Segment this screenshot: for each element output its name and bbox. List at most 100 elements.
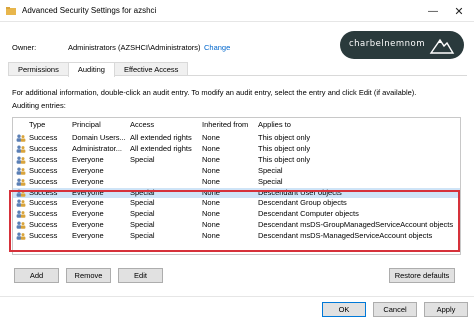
table-cell-type: Success [29, 133, 58, 142]
apply-button[interactable]: Apply [424, 302, 468, 317]
change-owner-link[interactable]: Change [204, 43, 230, 52]
users-icon [16, 210, 26, 219]
table-row[interactable]: Success Domain Users... All extended right… [13, 133, 460, 143]
table-cell-applies-to: This object only [258, 154, 311, 164]
tab-strip: Permissions Auditing Effective Access [8, 62, 189, 77]
table-cell-applies-to: Special [258, 165, 283, 175]
table-cell-inherited-from: None [202, 165, 220, 175]
table-cell-access: Special [130, 187, 155, 197]
info-text: For additional information, double-click… [12, 88, 417, 97]
table-cell-principal: Everyone [72, 176, 104, 186]
tab-permissions[interactable]: Permissions [8, 62, 69, 76]
column-header-applies-to[interactable]: Applies to [258, 120, 291, 129]
table-cell-principal: Domain Users... [72, 133, 126, 142]
table-cell-access: Special [130, 154, 155, 164]
table-cell-type: Success [29, 198, 58, 208]
users-icon [16, 156, 26, 164]
table-cell-applies-to: This object only [258, 133, 311, 142]
table-cell-inherited-from: None [202, 231, 220, 241]
table-row[interactable]: Success Everyone Special None Descendant msD… [13, 231, 460, 241]
table-cell-principal: Everyone [72, 198, 104, 208]
footer-divider [0, 296, 474, 297]
users-icon [16, 134, 26, 142]
table-cell-type: Success [29, 209, 58, 219]
table-cell-type: Success [29, 220, 58, 230]
table-cell-inherited-from: None [202, 220, 220, 230]
table-cell-inherited-from: None [202, 143, 220, 153]
watermark-text: charbelnemnom [349, 39, 426, 49]
table-cell-inherited-from: None [202, 154, 220, 164]
table-cell-type: Success [29, 165, 58, 175]
table-cell-type: Success [29, 154, 58, 164]
users-icon [16, 221, 26, 229]
users-icon [16, 145, 26, 153]
table-cell-inherited-from: None [202, 209, 220, 219]
table-cell-principal: Everyone [72, 220, 104, 230]
users-icon [16, 189, 26, 197]
table-cell-access: Special [130, 209, 155, 219]
table-cell-access: All extended rights [130, 133, 192, 142]
add-button[interactable]: Add [14, 268, 59, 283]
shield-folder-icon [6, 7, 16, 15]
table-cell-access: All extended rights [130, 143, 192, 153]
title-bar: Advanced Security Settings for azshci — … [0, 0, 474, 22]
table-cell-access: Special [130, 231, 155, 241]
table-cell-inherited-from: None [202, 187, 220, 197]
restore-defaults-button[interactable]: Restore defaults [389, 268, 455, 283]
table-cell-access: Special [130, 220, 155, 230]
table-row[interactable]: Success Everyone None Special [13, 177, 460, 187]
column-header-inherited-from[interactable]: Inherited from [202, 120, 248, 129]
table-cell-principal: Everyone [72, 165, 104, 175]
table-cell-applies-to: Descendant User objects [258, 187, 342, 197]
table-cell-applies-to: This object only [258, 143, 311, 153]
minimize-button[interactable]: — [422, 3, 444, 19]
auditing-entries-table[interactable]: Type Principal Access Inherited from App… [12, 117, 461, 255]
tab-auditing[interactable]: Auditing [67, 62, 115, 77]
cancel-button[interactable]: Cancel [373, 302, 417, 317]
table-cell-access: Special [130, 198, 155, 208]
edit-button[interactable]: Edit [118, 268, 163, 283]
watermark-logo: charbelnemnom [340, 31, 464, 59]
table-row[interactable]: Success Everyone Special None Descendant Gro… [13, 198, 460, 208]
mountain-icon [429, 38, 455, 54]
table-cell-inherited-from: None [202, 133, 220, 142]
table-row[interactable]: Success Everyone Special None Descendant Use… [13, 187, 460, 198]
table-cell-principal: Everyone [72, 231, 104, 241]
table-cell-applies-to: Descendant msDS-GroupManagedServiceAccou… [258, 220, 454, 230]
table-cell-applies-to: Descendant Computer objects [258, 209, 359, 219]
table-row[interactable]: Success Everyone Special None Descendant Com… [13, 209, 460, 219]
owner-label: Owner: [12, 43, 37, 52]
window-title: Advanced Security Settings for azshci [22, 6, 157, 15]
table-row[interactable]: Success Everyone Special None Descendant msD… [13, 220, 460, 230]
table-cell-applies-to: Descendant Group objects [258, 198, 347, 208]
column-header-access[interactable]: Access [130, 120, 154, 129]
owner-value: Administrators (AZSHCI\Administrators) [68, 43, 201, 52]
table-cell-inherited-from: None [202, 176, 220, 186]
column-header-principal[interactable]: Principal [72, 120, 101, 129]
users-icon [16, 199, 26, 208]
table-cell-principal: Administrator... [72, 143, 123, 153]
table-row[interactable]: Success Administrator... All extended righ… [13, 144, 460, 154]
users-icon [16, 167, 26, 175]
users-icon [16, 232, 26, 240]
ok-button[interactable]: OK [322, 302, 366, 317]
table-row[interactable]: Success Everyone Special None This object on… [13, 155, 460, 165]
table-cell-inherited-from: None [202, 198, 220, 208]
column-header-type[interactable]: Type [29, 120, 45, 129]
table-cell-type: Success [29, 143, 58, 153]
close-button[interactable]: ✕ [448, 3, 470, 19]
table-cell-type: Success [29, 176, 58, 186]
table-cell-type: Success [29, 231, 58, 241]
table-cell-applies-to: Descendant msDS-ManagedServiceAccount ob… [258, 231, 433, 241]
table-cell-type: Success [29, 187, 58, 197]
table-cell-principal: Everyone [72, 209, 104, 219]
table-cell-principal: Everyone [72, 154, 104, 164]
tab-effective-access[interactable]: Effective Access [113, 62, 189, 76]
auditing-entries-label: Auditing entries: [12, 101, 66, 110]
table-cell-principal: Everyone [72, 187, 104, 197]
table-header: Type Principal Access Inherited from App… [13, 120, 460, 132]
remove-button[interactable]: Remove [66, 268, 111, 283]
users-icon [16, 178, 26, 186]
table-cell-applies-to: Special [258, 176, 283, 186]
table-row[interactable]: Success Everyone None Special [13, 166, 460, 176]
